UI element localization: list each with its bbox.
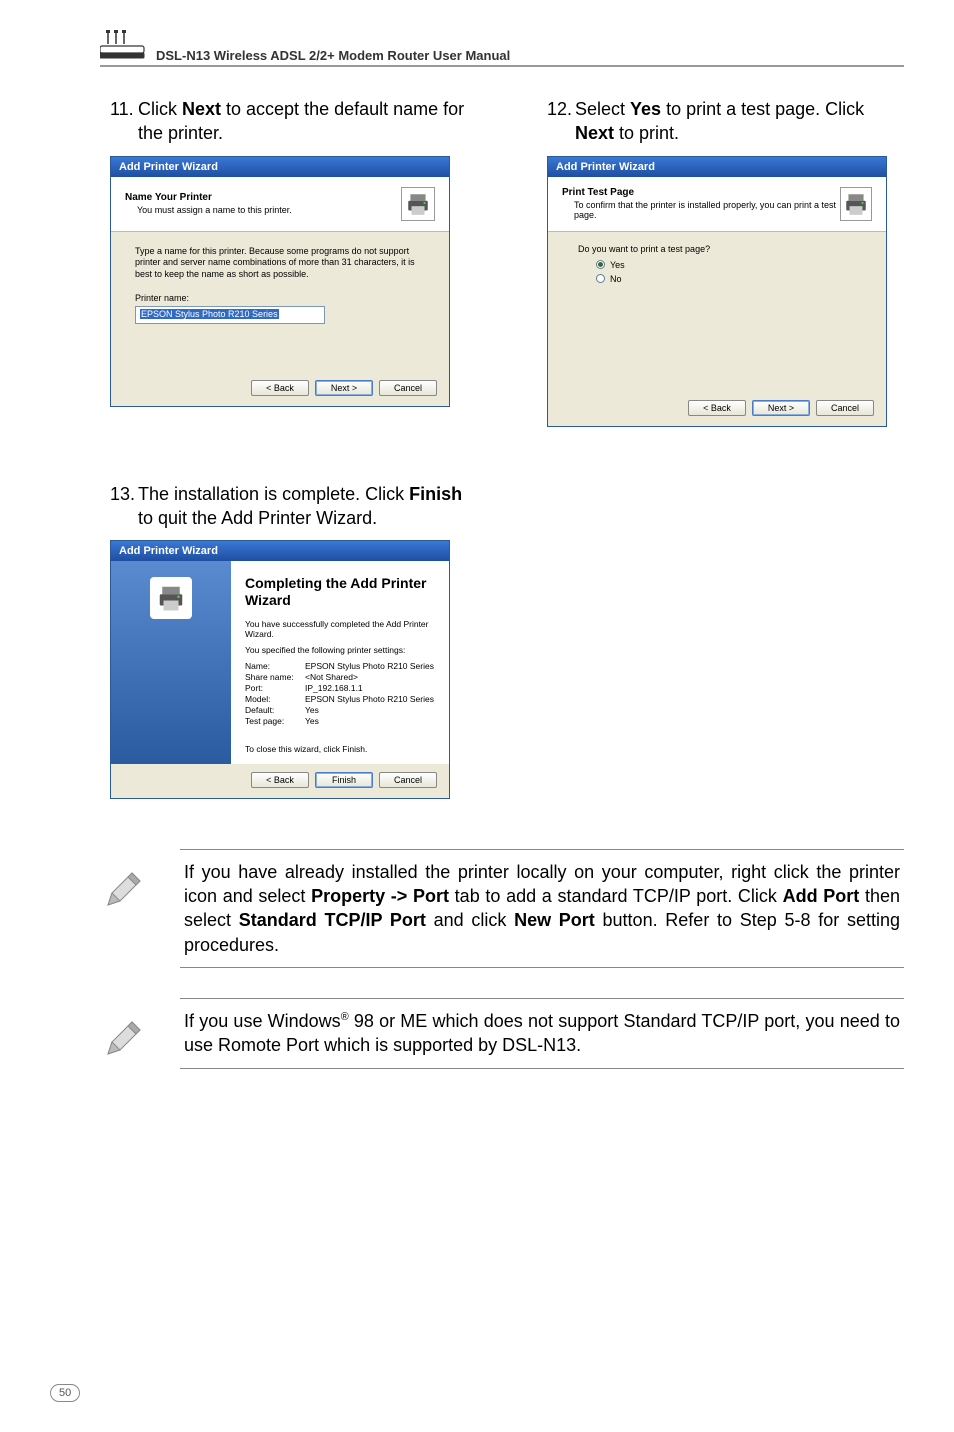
printer-name-label: Printer name:	[135, 293, 425, 305]
dialog-heading: Name Your Printer	[125, 192, 292, 203]
dialog-body: Type a name for this printer. Because so…	[111, 232, 449, 372]
dialog-titlebar: Add Printer Wizard	[111, 157, 449, 177]
note-2: If you use Windows® 98 or ME which does …	[100, 998, 904, 1069]
step-11: 11. Click Next to accept the default nam…	[110, 97, 467, 146]
printer-icon	[840, 187, 872, 221]
complete-desc2: You specified the following printer sett…	[245, 645, 435, 655]
complete-desc1: You have successfully completed the Add …	[245, 619, 435, 639]
page-header: DSL-N13 Wireless ADSL 2/2+ Modem Router …	[100, 30, 904, 67]
header-title: DSL-N13 Wireless ADSL 2/2+ Modem Router …	[156, 48, 510, 63]
complete-close-hint: To close this wizard, click Finish.	[245, 744, 435, 754]
pencil-icon	[100, 998, 150, 1067]
dialog-side-banner	[111, 561, 231, 764]
cancel-button[interactable]: Cancel	[379, 772, 437, 788]
complete-heading: Completing the Add Printer Wizard	[245, 575, 435, 609]
dialog-heading: Print Test Page	[562, 187, 840, 198]
dialog-footer: < Back Next > Cancel	[111, 372, 449, 406]
kv-model: Model:EPSON Stylus Photo R210 Series	[245, 694, 435, 704]
step-11-body: Click Next to accept the default name fo…	[138, 97, 467, 146]
dialog-header: Print Test Page To confirm that the prin…	[548, 177, 886, 232]
step-11-num: 11.	[110, 97, 138, 146]
radio-yes[interactable]: Yes	[596, 260, 862, 270]
step-13-body: The installation is complete. Click Fini…	[138, 482, 470, 531]
kv-name: Name:EPSON Stylus Photo R210 Series	[245, 661, 435, 671]
printer-icon	[150, 577, 192, 619]
back-button[interactable]: < Back	[251, 380, 309, 396]
radio-icon	[596, 260, 605, 269]
dialog-test-page: Add Printer Wizard Print Test Page To co…	[547, 156, 887, 427]
step-13-num: 13.	[110, 482, 138, 531]
cancel-button[interactable]: Cancel	[379, 380, 437, 396]
router-icon	[100, 30, 146, 65]
dialog-titlebar: Add Printer Wizard	[548, 157, 886, 177]
radio-no[interactable]: No	[596, 274, 862, 284]
kv-default: Default:Yes	[245, 705, 435, 715]
note-2-text: If you use Windows® 98 or ME which does …	[180, 998, 904, 1069]
dialog-body: Do you want to print a test page? Yes No	[548, 232, 886, 392]
dialog-footer: < Back Next > Cancel	[548, 392, 886, 426]
dialog-titlebar: Add Printer Wizard	[111, 541, 449, 561]
kv-port: Port:IP_192.168.1.1	[245, 683, 435, 693]
kv-test: Test page:Yes	[245, 716, 435, 726]
step-12-num: 12.	[547, 97, 575, 146]
dialog-header: Name Your Printer You must assign a name…	[111, 177, 449, 232]
dialog-name-printer: Add Printer Wizard Name Your Printer You…	[110, 156, 450, 407]
next-button[interactable]: Next >	[315, 380, 373, 396]
pencil-icon	[100, 849, 150, 918]
printer-name-input[interactable]: EPSON Stylus Photo R210 Series	[135, 306, 325, 324]
dialog-subheading: You must assign a name to this printer.	[125, 205, 292, 215]
step-12: 12. Select Yes to print a test page. Cli…	[547, 97, 904, 146]
note-1-text: If you have already installed the printe…	[180, 849, 904, 968]
step-13: 13. The installation is complete. Click …	[110, 482, 470, 531]
back-button[interactable]: < Back	[251, 772, 309, 788]
printer-icon	[401, 187, 435, 221]
test-page-question: Do you want to print a test page?	[578, 244, 862, 254]
kv-share: Share name:<Not Shared>	[245, 672, 435, 682]
back-button[interactable]: < Back	[688, 400, 746, 416]
step-12-body: Select Yes to print a test page. Click N…	[575, 97, 904, 146]
dialog-complete: Add Printer Wizard Completing the Add Pr…	[110, 540, 450, 799]
page-number: 50	[50, 1384, 80, 1402]
note-1: If you have already installed the printe…	[100, 849, 904, 968]
dialog-footer: < Back Finish Cancel	[111, 764, 449, 798]
dialog-body: Completing the Add Printer Wizard You ha…	[231, 561, 449, 764]
radio-icon	[596, 274, 605, 283]
cancel-button[interactable]: Cancel	[816, 400, 874, 416]
next-button[interactable]: Next >	[752, 400, 810, 416]
dialog-subheading: To confirm that the printer is installed…	[562, 200, 840, 220]
finish-button[interactable]: Finish	[315, 772, 373, 788]
